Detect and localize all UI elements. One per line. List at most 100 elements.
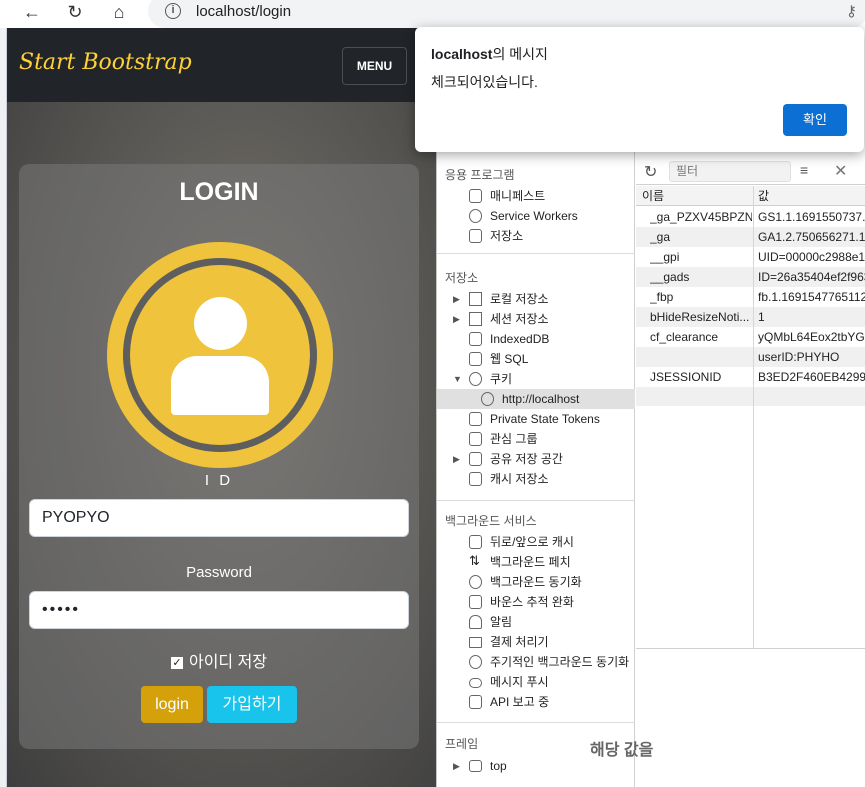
collapse-arrow-icon[interactable]: ▼ (453, 369, 462, 389)
table-header: 이름 값 (636, 186, 865, 206)
expand-arrow-icon[interactable]: ▶ (453, 449, 460, 469)
tree-item-background-fetch[interactable]: ⇅ 백그라운드 페치 (437, 552, 635, 572)
table-row[interactable]: _fbp fb.1.1691547765112. (636, 287, 865, 307)
tree-item-shared-storage[interactable]: ▶ 공유 저장 공간 (437, 449, 635, 469)
tree-item-cookies[interactable]: ▼ 쿠키 (437, 369, 635, 389)
table-row[interactable]: _ga_PZXV45BPZN GS1.1.1691550737.2. (636, 207, 865, 227)
user-icon (130, 265, 310, 445)
alert-host: localhost (431, 46, 493, 62)
remember-id-label[interactable]: 아이디 저장 (189, 654, 267, 671)
home-icon[interactable]: ⌂ (107, 2, 131, 22)
database-icon (469, 535, 482, 549)
close-icon[interactable]: ✕ (834, 161, 847, 181)
brand-logo[interactable]: Start Bootstrap (19, 50, 192, 75)
tree-item-storage[interactable]: 저장소 (437, 226, 635, 246)
refresh-icon[interactable]: ↻ (644, 162, 657, 182)
tree-item-bounce-tracking[interactable]: 바운스 추적 완화 (437, 592, 635, 612)
menu-button[interactable]: MENU (342, 47, 407, 85)
column-divider[interactable] (753, 186, 754, 648)
password-label: Password (186, 564, 252, 581)
tree-item-notifications[interactable]: 알림 (437, 612, 635, 632)
tree-item-cookie-localhost[interactable]: http://localhost (437, 389, 635, 409)
tree-item-local-storage[interactable]: ▶ 로컬 저장소 (437, 289, 635, 309)
remember-id-checkbox[interactable]: ✓ (170, 657, 183, 669)
back-arrow-icon[interactable]: ← (20, 2, 44, 22)
cookies-table: 이름 값 _ga_PZXV45BPZN GS1.1.1691550737.2. _… (636, 186, 865, 786)
clear-filtered-icon[interactable]: ≡ (800, 162, 808, 178)
id-label: I D (204, 472, 234, 489)
key-icon[interactable]: ⚷ (846, 2, 857, 20)
ok-button[interactable]: 확인 (783, 104, 847, 136)
grid-icon (469, 292, 482, 306)
avatar (107, 242, 333, 468)
expand-arrow-icon[interactable]: ▶ (453, 756, 460, 776)
section-background-services: 백그라운드 서비스 (445, 514, 537, 528)
table-row[interactable]: _ga GA1.2.750656271.16 (636, 227, 865, 247)
expand-arrow-icon[interactable]: ▶ (453, 309, 460, 329)
login-title: LOGIN (179, 178, 259, 206)
tree-item-payment-handler[interactable]: 결제 처리기 (437, 632, 635, 652)
tree-item-indexeddb[interactable]: IndexedDB (437, 329, 635, 349)
database-icon (469, 412, 482, 426)
tree-item-interest-groups[interactable]: 관심 그룹 (437, 429, 635, 449)
clock-icon (469, 655, 482, 669)
tree-item-bfcache[interactable]: 뒤로/앞으로 캐시 (437, 532, 635, 552)
file-icon (469, 189, 482, 203)
id-input[interactable]: PYOPYO (29, 499, 409, 537)
database-icon (469, 229, 482, 243)
up-down-arrows-icon: ⇅ (469, 553, 480, 568)
table-row[interactable]: bHideResizeNoti... 1 (636, 307, 865, 327)
tree-item-service-workers[interactable]: Service Workers (437, 206, 635, 226)
alert-dialog: localhost의 메시지 체크되어있습니다. 확인 (415, 27, 864, 152)
alert-title-suffix: 의 메시지 (492, 46, 548, 62)
filter-input[interactable]: 필터 (669, 161, 791, 182)
section-frames: 프레임 (445, 737, 479, 751)
column-value-header[interactable]: 값 (758, 186, 865, 206)
table-row[interactable]: JSESSIONID B3ED2F460EB4299D (636, 367, 865, 387)
password-input[interactable]: ••••• (29, 591, 409, 629)
tree-item-web-sql[interactable]: 웹 SQL (437, 349, 635, 369)
table-row[interactable]: __gpi UID=00000c2988e11 (636, 247, 865, 267)
cookies-toolbar: ↻ 필터 ≡ ✕ (636, 158, 865, 185)
table-row[interactable]: userID:PHYHO (636, 347, 865, 367)
avatar-ring (123, 258, 317, 452)
cookie-icon (469, 372, 482, 386)
table-row[interactable]: __gads ID=26a35404ef2f963 (636, 267, 865, 287)
info-icon[interactable]: i (165, 3, 181, 19)
section-storage: 저장소 (445, 271, 479, 285)
cookie-preview-pane (636, 648, 865, 786)
left-edge-strip (0, 28, 7, 787)
web-page: Start Bootstrap MENU LOGIN I D PYOPYO Pa… (7, 28, 436, 787)
tree-item-cache-storage[interactable]: 캐시 저장소 (437, 469, 635, 489)
tree-item-private-state-tokens[interactable]: Private State Tokens (437, 409, 635, 429)
login-button[interactable]: login (141, 686, 203, 723)
remember-id-row: ✓ 아이디 저장 (19, 648, 419, 672)
sync-icon (469, 575, 482, 589)
database-icon (469, 595, 482, 609)
file-icon (469, 695, 482, 709)
frame-icon (469, 760, 482, 772)
divider (437, 253, 635, 254)
grid-icon (469, 312, 482, 326)
database-icon (469, 472, 482, 486)
expand-arrow-icon[interactable]: ▶ (453, 289, 460, 309)
tree-item-push-messaging[interactable]: 메시지 푸시 (437, 672, 635, 692)
gear-icon (469, 209, 482, 223)
column-name-header[interactable]: 이름 (642, 186, 744, 206)
section-application: 응용 프로그램 (445, 168, 515, 182)
database-icon (469, 352, 482, 366)
table-row[interactable]: cf_clearance yQMbL64Eox2tbYGV (636, 327, 865, 347)
user-icon-body (171, 356, 269, 415)
divider (437, 500, 635, 501)
url-text[interactable]: localhost/login (196, 3, 291, 20)
database-icon (469, 332, 482, 346)
tree-item-background-sync[interactable]: 백그라운드 동기화 (437, 572, 635, 592)
card-icon (469, 637, 482, 648)
tree-item-manifest[interactable]: 매니페스트 (437, 186, 635, 206)
tree-item-reporting-api[interactable]: API 보고 중 (437, 692, 635, 712)
reload-icon[interactable]: ↻ (63, 2, 87, 22)
devtools-sidebar: 응용 프로그램 매니페스트 Service Workers 저장소 저장소 ▶ 로… (437, 148, 635, 787)
signup-button[interactable]: 가입하기 (207, 686, 297, 723)
tree-item-session-storage[interactable]: ▶ 세션 저장소 (437, 309, 635, 329)
tree-item-periodic-sync[interactable]: 주기적인 백그라운드 동기화 (437, 652, 635, 672)
